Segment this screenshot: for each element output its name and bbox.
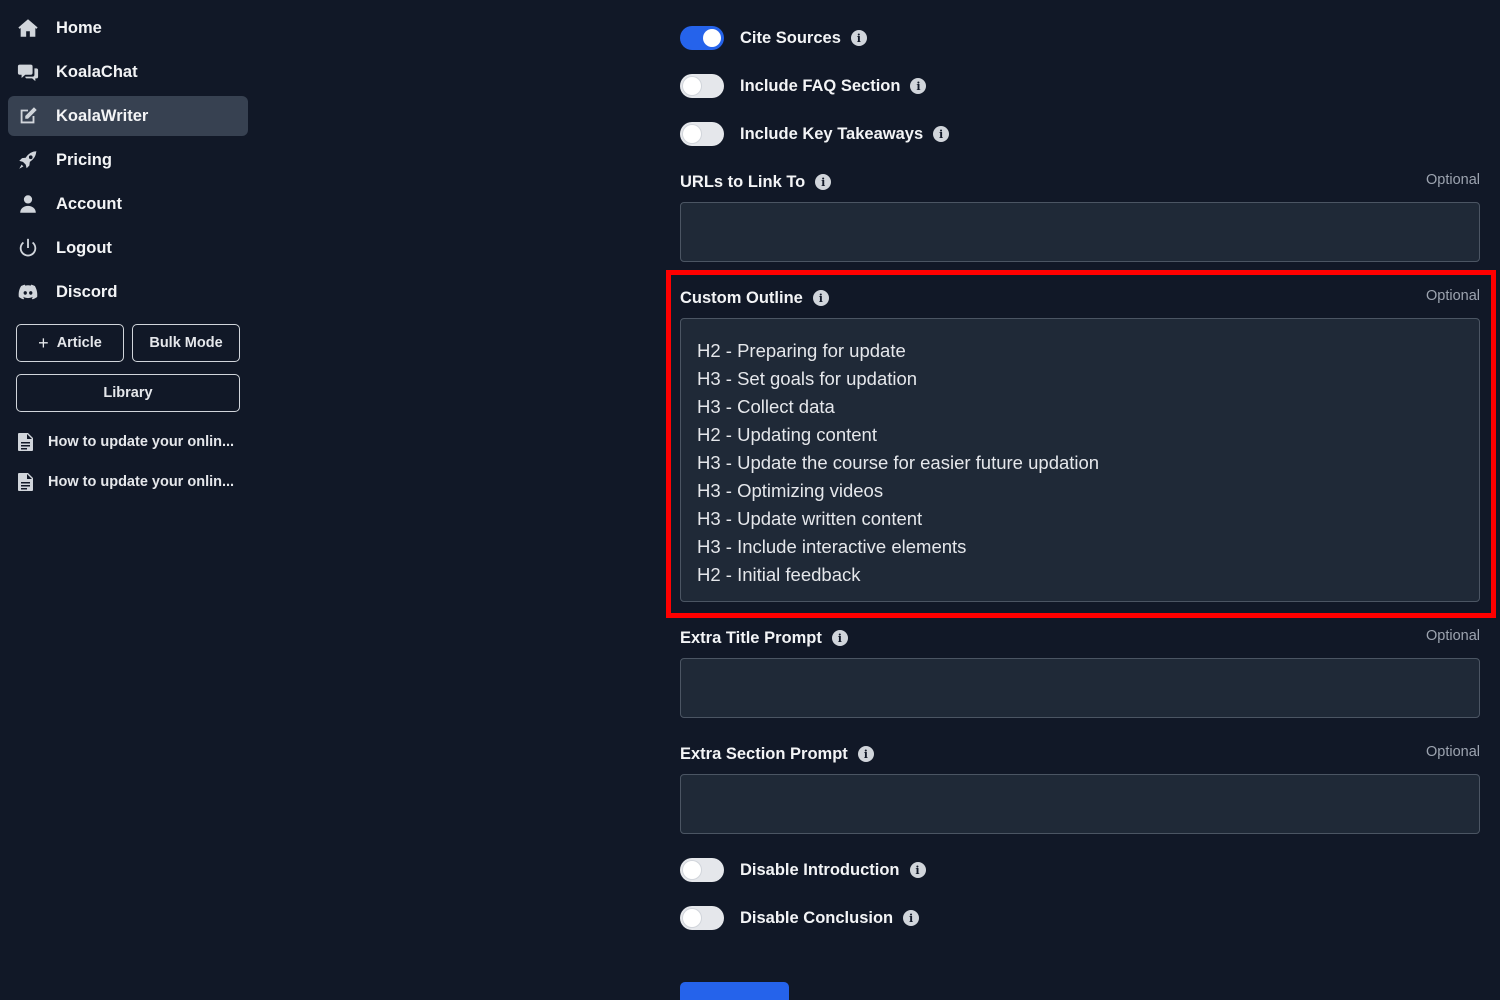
library-button-label: Library: [103, 385, 153, 401]
cite-sources-row: Cite Sources i: [680, 24, 867, 52]
optional-hint: Optional: [1425, 628, 1480, 644]
nav-label: Home: [56, 18, 102, 37]
nav-item-koalachat[interactable]: KoalaChat: [8, 52, 248, 92]
sidebar: Home KoalaChat KoalaWriter Pricing Accou…: [0, 0, 256, 1000]
discord-icon: [16, 280, 40, 304]
power-icon: [16, 236, 40, 260]
new-article-button[interactable]: + Article: [16, 324, 124, 362]
nav-label: KoalaChat: [56, 62, 138, 81]
info-icon[interactable]: i: [910, 78, 927, 94]
urls-field-label: URLs to Link To: [680, 172, 806, 191]
info-icon[interactable]: i: [815, 174, 832, 190]
info-icon[interactable]: i: [933, 126, 950, 142]
toggle-knob: [683, 77, 701, 95]
info-icon[interactable]: i: [909, 862, 926, 878]
urls-input[interactable]: [680, 202, 1480, 262]
outline-line: H3 - Update the course for easier future…: [697, 452, 1100, 473]
outline-line: H3 - Collect data: [697, 396, 835, 417]
nav-item-account[interactable]: Account: [8, 184, 248, 224]
nav-label: Pricing: [56, 150, 112, 169]
bulk-mode-button-label: Bulk Mode: [149, 335, 223, 351]
optional-hint: Optional: [1425, 744, 1480, 760]
outline-line: H3 - Set goals for updation: [697, 368, 918, 389]
optional-hint: Optional: [1425, 172, 1480, 188]
plus-icon: +: [38, 333, 49, 353]
include-faq-label: Include FAQ Section: [740, 76, 901, 95]
custom-outline-input[interactable]: H2 - Preparing for update H3 - Set goals…: [680, 318, 1480, 602]
cite-sources-toggle[interactable]: [680, 26, 724, 50]
extra-section-prompt-input[interactable]: [680, 774, 1480, 834]
toggle-knob: [703, 29, 721, 47]
outline-line: H2 - Updating content: [697, 424, 877, 445]
include-key-takeaways-toggle[interactable]: [680, 122, 724, 146]
library-button[interactable]: Library: [16, 374, 240, 412]
document-icon: [16, 472, 36, 492]
disable-conclusion-label: Disable Conclusion: [740, 908, 894, 927]
nav-item-logout[interactable]: Logout: [8, 228, 248, 268]
extra-section-prompt-label: Extra Section Prompt: [680, 744, 848, 763]
disable-conclusion-row: Disable Conclusion i: [680, 904, 920, 932]
rocket-icon: [16, 148, 40, 172]
include-faq-row: Include FAQ Section i: [680, 72, 927, 100]
toggle-knob: [683, 125, 701, 143]
nav-label: Discord: [56, 282, 118, 301]
info-icon[interactable]: i: [857, 746, 874, 762]
nav-label: Logout: [56, 238, 112, 257]
outline-line: H3 - Update written content: [697, 508, 923, 529]
edit-icon: [16, 104, 40, 128]
urls-field-header: URLs to Link To i Optional: [680, 170, 1480, 194]
include-key-takeaways-row: Include Key Takeaways i: [680, 120, 950, 148]
include-faq-toggle[interactable]: [680, 74, 724, 98]
nav-item-discord[interactable]: Discord: [8, 272, 248, 312]
disable-introduction-toggle[interactable]: [680, 858, 724, 882]
include-key-takeaways-label: Include Key Takeaways: [740, 124, 924, 143]
extra-title-prompt-input[interactable]: [680, 658, 1480, 718]
document-icon: [16, 432, 36, 452]
extra-title-prompt-header: Extra Title Prompt i Optional: [680, 626, 1480, 650]
optional-hint: Optional: [1425, 288, 1480, 304]
submit-button[interactable]: [680, 982, 789, 1000]
document-title: How to update your onlin...: [48, 474, 235, 490]
nav-label: Account: [56, 194, 122, 213]
outline-line: H3 - Optimizing videos: [697, 480, 884, 501]
cite-sources-label: Cite Sources: [740, 28, 841, 47]
disable-introduction-label: Disable Introduction: [740, 860, 900, 879]
toggle-knob: [683, 861, 701, 879]
outline-line: H2 - Preparing for update: [697, 340, 906, 361]
info-icon[interactable]: i: [850, 30, 867, 46]
document-item[interactable]: How to update your onlin...: [16, 468, 248, 496]
home-icon: [16, 16, 40, 40]
document-item[interactable]: How to update your onlin...: [16, 428, 248, 456]
outline-line: H3 - Include interactive elements: [697, 536, 967, 557]
nav-item-koalawriter[interactable]: KoalaWriter: [8, 96, 248, 136]
nav-item-pricing[interactable]: Pricing: [8, 140, 248, 180]
nav-item-home[interactable]: Home: [8, 8, 248, 48]
info-icon[interactable]: i: [903, 910, 920, 926]
disable-conclusion-toggle[interactable]: [680, 906, 724, 930]
bulk-mode-button[interactable]: Bulk Mode: [132, 324, 240, 362]
nav-label: KoalaWriter: [56, 106, 149, 125]
article-button-label: Article: [56, 335, 102, 351]
extra-section-prompt-header: Extra Section Prompt i Optional: [680, 742, 1480, 766]
chat-icon: [16, 60, 40, 84]
user-icon: [16, 192, 40, 216]
extra-title-prompt-label: Extra Title Prompt: [680, 628, 822, 647]
document-title: How to update your onlin...: [48, 434, 235, 450]
outline-line: H2 - Initial feedback: [697, 564, 861, 585]
custom-outline-header: Custom Outline i Optional: [680, 286, 1480, 310]
disable-introduction-row: Disable Introduction i: [680, 856, 926, 884]
info-icon[interactable]: i: [831, 630, 848, 646]
custom-outline-label: Custom Outline: [680, 288, 803, 307]
info-icon[interactable]: i: [812, 290, 829, 306]
toggle-knob: [683, 909, 701, 927]
